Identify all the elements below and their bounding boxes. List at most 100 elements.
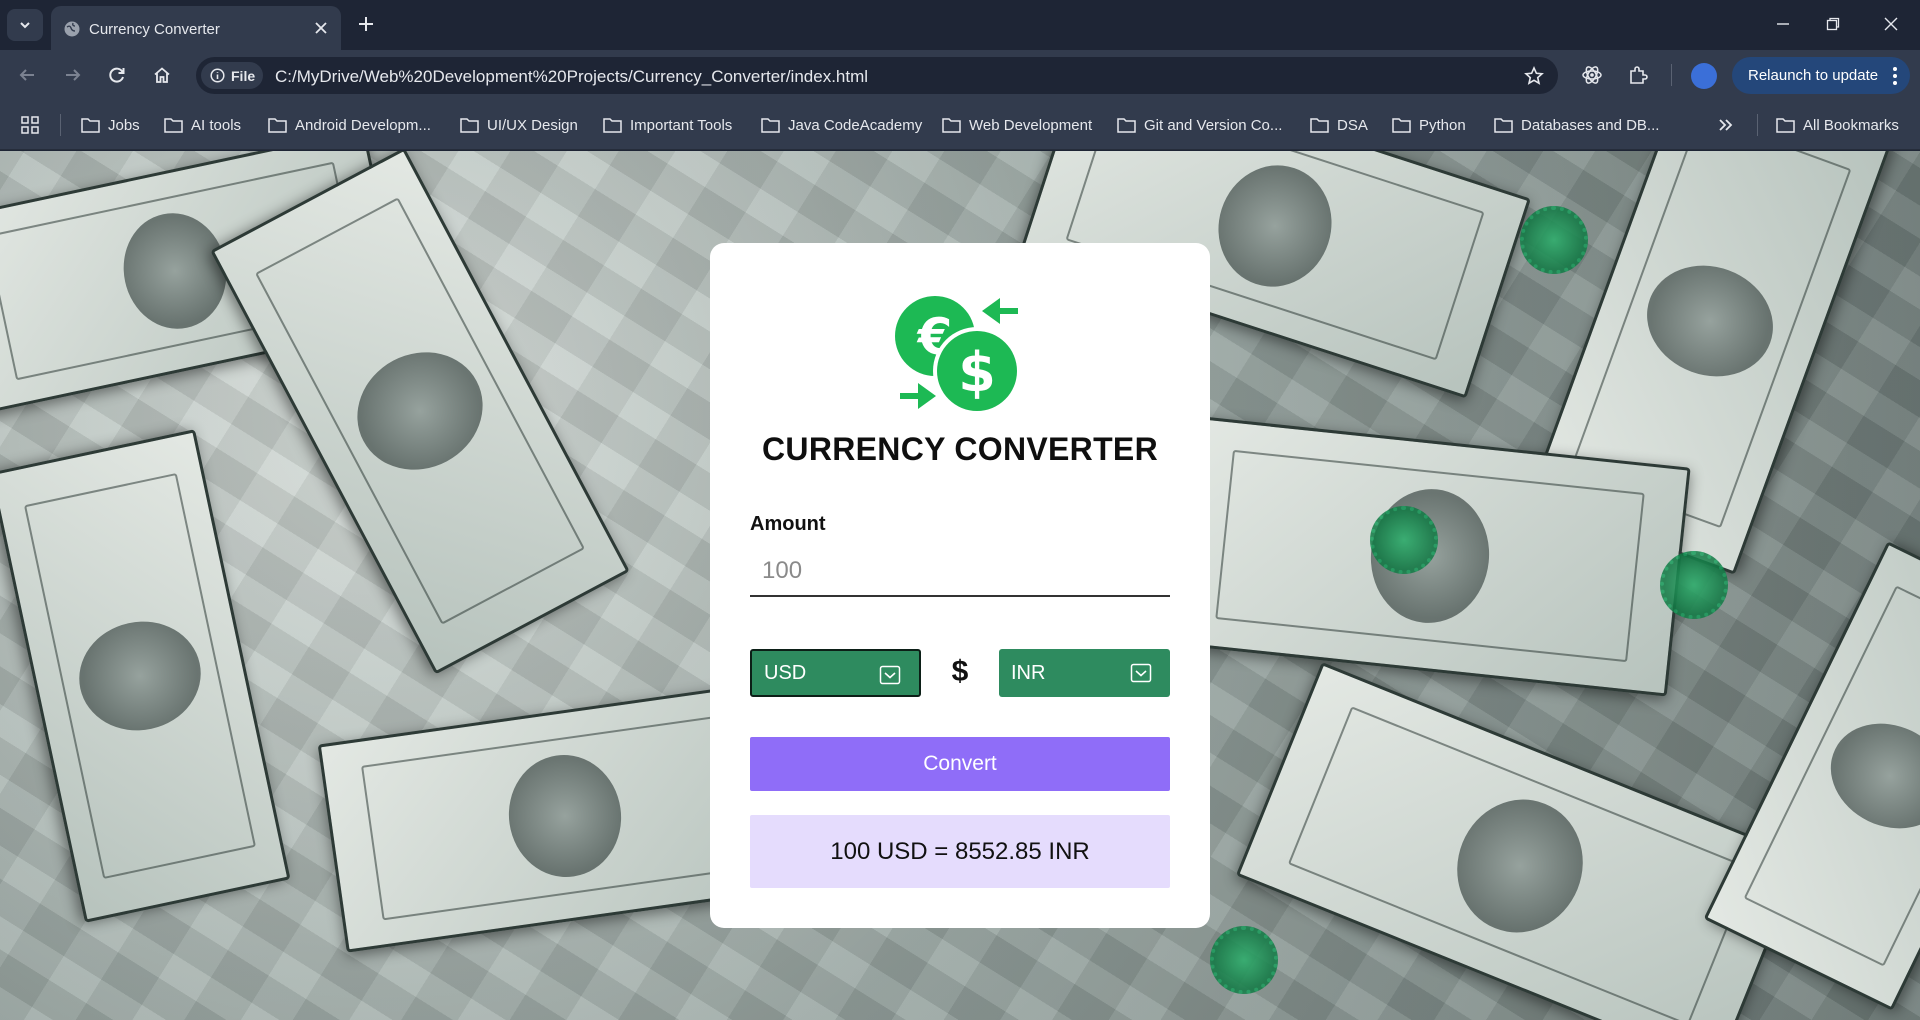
- bookmark-label: Java CodeAcademy: [788, 116, 923, 134]
- treasury-seal-image: [1660, 551, 1728, 619]
- bookmark-folder[interactable]: AI tools: [164, 113, 241, 137]
- forward-button[interactable]: [55, 58, 91, 92]
- bookmark-label: AI tools: [191, 116, 242, 134]
- bookmark-folder[interactable]: Important Tools: [603, 113, 732, 137]
- extensions-button[interactable]: [1623, 60, 1653, 90]
- folder-icon: [164, 118, 183, 133]
- arrow-left-icon: [19, 69, 34, 81]
- conversion-result-text: 100 USD = 8552.85 INR: [830, 837, 1090, 865]
- folder-icon: [1776, 118, 1795, 133]
- bookmark-label: Jobs: [108, 116, 140, 134]
- bookmark-folder[interactable]: Java CodeAcademy: [761, 113, 922, 137]
- folder-icon: [761, 118, 780, 133]
- background-bill-image: [1235, 661, 1805, 1020]
- bookmark-label: Android Developm...: [295, 116, 431, 134]
- browser-toolbar: File C:/MyDrive/Web%20Development%20Proj…: [0, 50, 1920, 100]
- reload-icon: [109, 67, 125, 83]
- puzzle-icon: [1630, 66, 1648, 84]
- bookmarks-separator: [60, 114, 61, 136]
- conversion-result: 100 USD = 8552.85 INR: [750, 815, 1170, 888]
- svg-text:$: $: [958, 341, 996, 404]
- restore-icon: [1826, 17, 1840, 31]
- double-chevron-right-icon: [1719, 119, 1733, 131]
- convert-button[interactable]: Convert: [750, 737, 1170, 791]
- toolbar-separator: [1671, 64, 1672, 86]
- all-bookmarks-label: All Bookmarks: [1803, 116, 1899, 134]
- home-icon: [154, 67, 170, 83]
- bookmarks-overflow-button[interactable]: [1718, 113, 1734, 137]
- bookmarks-bar: Jobs AI tools Android Developm... UI/UX …: [0, 100, 1920, 150]
- from-currency-select[interactable]: USD: [750, 649, 921, 697]
- treasury-seal-image: [1210, 926, 1278, 994]
- atom-icon: [1582, 66, 1602, 84]
- plus-icon: [359, 17, 373, 31]
- extension-atom-button[interactable]: [1577, 60, 1607, 90]
- relaunch-label: Relaunch to update: [1748, 67, 1879, 84]
- from-currency-value: USD: [764, 661, 807, 684]
- bookmark-folder[interactable]: DSA: [1310, 113, 1368, 137]
- convert-button-label: Convert: [923, 752, 997, 775]
- globe-icon: [64, 21, 80, 37]
- reload-button[interactable]: [99, 58, 135, 92]
- info-icon: [210, 68, 225, 83]
- star-icon: [1524, 66, 1544, 85]
- close-icon: [1884, 17, 1898, 31]
- chevron-down-icon: [20, 22, 30, 29]
- treasury-seal-image: [1370, 506, 1438, 574]
- bookmark-folder[interactable]: Android Developm...: [268, 113, 431, 137]
- folder-icon: [81, 118, 100, 133]
- to-currency-select[interactable]: INR: [999, 649, 1170, 697]
- close-window-button[interactable]: [1862, 0, 1920, 48]
- bookmark-folder[interactable]: Databases and DB...: [1494, 113, 1659, 137]
- restore-button[interactable]: [1804, 0, 1862, 48]
- folder-icon: [460, 118, 479, 133]
- bookmark-label: Git and Version Co...: [1144, 116, 1283, 134]
- bookmark-folder[interactable]: UI/UX Design: [460, 113, 578, 137]
- tab-search-button[interactable]: [7, 9, 43, 41]
- bookmark-label: DSA: [1337, 116, 1368, 134]
- address-bar[interactable]: File C:/MyDrive/Web%20Development%20Proj…: [196, 57, 1558, 94]
- profile-avatar[interactable]: [1691, 63, 1717, 89]
- minimize-icon: [1777, 23, 1789, 25]
- folder-icon: [1117, 118, 1136, 133]
- all-bookmarks-button[interactable]: All Bookmarks: [1776, 113, 1899, 137]
- folder-icon: [1310, 118, 1329, 133]
- bookmark-star-button[interactable]: [1522, 64, 1546, 88]
- url-text[interactable]: C:/MyDrive/Web%20Development%20Projects/…: [275, 67, 868, 87]
- background-bill-image: [210, 151, 630, 675]
- bookmark-folder[interactable]: Git and Version Co...: [1117, 113, 1282, 137]
- bookmark-label: UI/UX Design: [487, 116, 578, 134]
- converter-card: € $ CURRENCY CONVERTER Amount USD $ INR …: [710, 243, 1210, 928]
- tab-title: Currency Converter: [89, 21, 220, 38]
- scheme-label: File: [231, 67, 256, 84]
- background-bill-image: [0, 429, 291, 923]
- treasury-seal-image: [1520, 206, 1588, 274]
- active-tab[interactable]: Currency Converter: [51, 6, 341, 50]
- amount-input[interactable]: [750, 547, 1170, 597]
- new-tab-button[interactable]: [352, 10, 380, 38]
- currency-exchange-logo-icon: € $: [895, 296, 1021, 415]
- folder-icon: [1392, 118, 1411, 133]
- bookmarks-separator: [1757, 114, 1758, 136]
- bookmark-folder[interactable]: Python: [1392, 113, 1466, 137]
- back-button[interactable]: [9, 58, 45, 92]
- tab-strip: Currency Converter: [0, 0, 1920, 50]
- close-tab-button[interactable]: [311, 18, 331, 38]
- apps-grid-icon: [21, 116, 39, 134]
- folder-icon: [1494, 118, 1513, 133]
- swap-currency-icon[interactable]: $: [939, 655, 981, 689]
- bookmark-folder[interactable]: Web Development: [942, 113, 1092, 137]
- close-icon: [315, 22, 327, 34]
- more-vertical-icon: [1893, 67, 1897, 85]
- amount-label: Amount: [750, 513, 826, 535]
- apps-button[interactable]: [21, 113, 39, 137]
- bookmark-folder[interactable]: Jobs: [81, 113, 140, 137]
- relaunch-button[interactable]: Relaunch to update: [1732, 57, 1910, 94]
- site-info-chip[interactable]: File: [201, 62, 263, 89]
- folder-icon: [268, 118, 287, 133]
- folder-icon: [603, 118, 622, 133]
- bookmark-label: Important Tools: [630, 116, 733, 134]
- app-title: CURRENCY CONVERTER: [762, 431, 1158, 467]
- to-currency-value: INR: [1011, 661, 1046, 684]
- home-button[interactable]: [144, 58, 180, 92]
